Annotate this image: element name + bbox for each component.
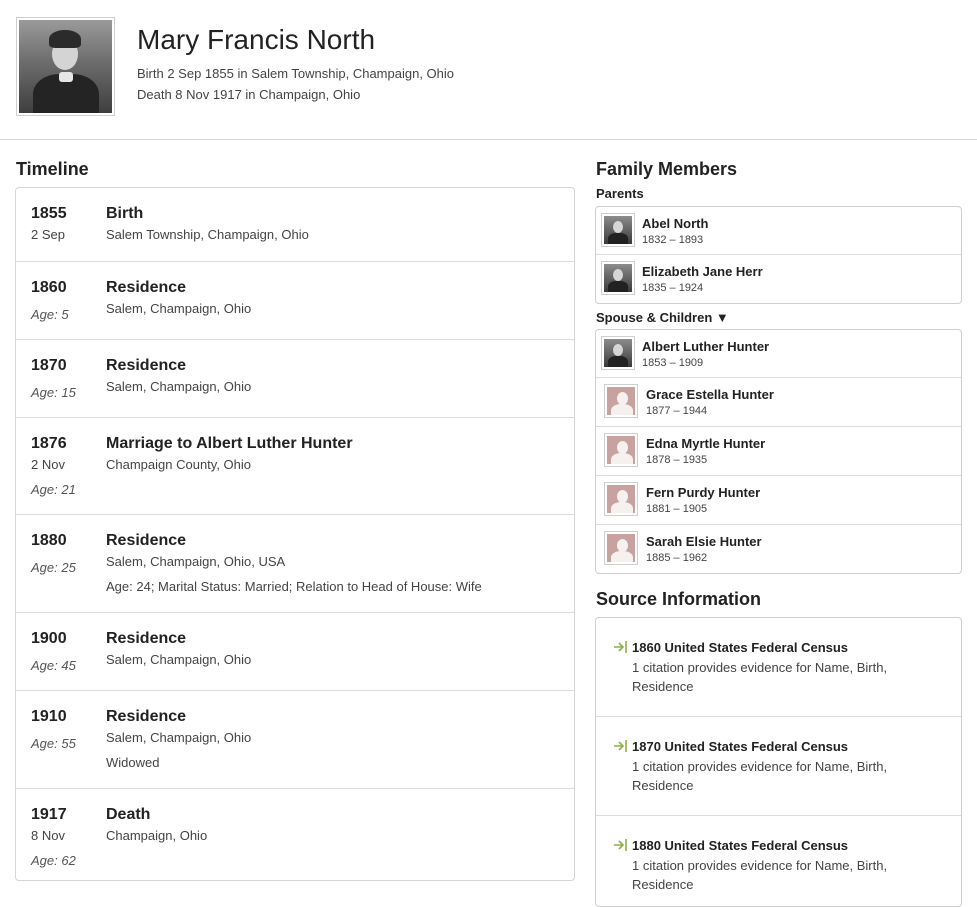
timeline-list: 1855 2 Sep Birth Salem Township, Champai… <box>15 187 575 881</box>
person-name: Mary Francis North <box>137 24 376 55</box>
event-year: 1880 <box>31 532 67 549</box>
person-photo <box>601 261 635 295</box>
event-title: Residence <box>106 708 187 725</box>
event-year: 1855 <box>31 205 67 222</box>
person-photo <box>601 336 635 370</box>
source-arrow-icon <box>614 641 627 653</box>
event-title: Residence <box>106 532 187 549</box>
timeline-event[interactable]: 1870 Age: 15 Residence Salem, Champaign,… <box>16 339 574 417</box>
event-place: Salem, Champaign, Ohio <box>106 301 252 316</box>
person-dates: 1832 – 1893 <box>642 234 704 246</box>
event-age: Age: 5 <box>31 307 69 322</box>
person-name: Edna Myrtle Hunter <box>646 436 766 451</box>
person-name: Fern Purdy Hunter <box>646 485 761 500</box>
source-arrow-icon <box>614 740 627 752</box>
spouse-children-card: Albert Luther Hunter 1853 – 1909 Grace E… <box>595 329 962 574</box>
event-place: Salem, Champaign, Ohio, USA <box>106 554 286 569</box>
event-date: 2 Nov <box>31 457 65 472</box>
timeline-heading: Timeline <box>16 159 89 179</box>
birth-summary: Birth 2 Sep 1855 in Salem Township, Cham… <box>137 66 455 81</box>
event-title: Residence <box>106 279 187 296</box>
event-details: Widowed <box>106 755 160 770</box>
event-age: Age: 45 <box>31 658 76 673</box>
event-title: Residence <box>106 630 187 647</box>
event-place: Salem, Champaign, Ohio <box>106 379 252 394</box>
event-year: 1917 <box>31 806 67 823</box>
source-title-link[interactable]: 1870 United States Federal Census <box>632 739 848 754</box>
timeline-event[interactable]: 1876 2 Nov Age: 21 Marriage to Albert Lu… <box>16 417 574 514</box>
child-row[interactable]: Grace Estella Hunter 1877 – 1944 <box>596 377 961 426</box>
source-item: 1870 United States Federal Census 1 cita… <box>596 716 961 815</box>
event-place: Salem Township, Champaign, Ohio <box>106 227 309 242</box>
female-silhouette-icon <box>604 433 638 467</box>
person-name: Albert Luther Hunter <box>642 339 770 354</box>
event-age: Age: 25 <box>31 560 76 575</box>
profile-photo[interactable] <box>16 17 115 116</box>
portrait-image <box>19 20 112 113</box>
child-row[interactable]: Fern Purdy Hunter 1881 – 1905 <box>596 475 961 524</box>
timeline-event[interactable]: 1917 8 Nov Age: 62 Death Champaign, Ohio <box>16 788 574 880</box>
female-silhouette-icon <box>604 482 638 516</box>
person-dates: 1878 – 1935 <box>646 454 708 466</box>
event-year: 1900 <box>31 630 67 647</box>
timeline-event[interactable]: 1910 Age: 55 Residence Salem, Champaign,… <box>16 690 574 788</box>
person-name: Grace Estella Hunter <box>646 387 774 402</box>
event-place: Salem, Champaign, Ohio <box>106 730 252 745</box>
event-age: Age: 55 <box>31 736 76 751</box>
source-item: 1880 United States Federal Census 1 cita… <box>596 815 961 906</box>
parent-row[interactable]: Abel North 1832 – 1893 <box>596 207 961 254</box>
event-place: Salem, Champaign, Ohio <box>106 652 252 667</box>
spouse-children-dropdown[interactable]: Spouse & Children ▼ <box>596 310 729 325</box>
event-title: Death <box>106 806 151 823</box>
parent-row[interactable]: Elizabeth Jane Herr 1835 – 1924 <box>596 254 961 303</box>
person-name: Elizabeth Jane Herr <box>642 264 763 279</box>
female-silhouette-icon <box>604 384 638 418</box>
person-dates: 1853 – 1909 <box>642 357 704 369</box>
person-name: Sarah Elsie Hunter <box>646 534 762 549</box>
event-title: Residence <box>106 357 187 374</box>
timeline-event[interactable]: 1855 2 Sep Birth Salem Township, Champai… <box>16 188 574 261</box>
event-year: 1870 <box>31 357 67 374</box>
person-name: Abel North <box>642 216 709 231</box>
event-date: 8 Nov <box>31 828 65 843</box>
person-dates: 1885 – 1962 <box>646 552 708 564</box>
child-row[interactable]: Edna Myrtle Hunter 1878 – 1935 <box>596 426 961 475</box>
person-dates: 1835 – 1924 <box>642 282 704 294</box>
profile-header: Mary Francis North Birth 2 Sep 1855 in S… <box>0 0 977 140</box>
person-dates: 1877 – 1944 <box>646 405 708 417</box>
event-title: Birth <box>106 205 144 222</box>
source-description: 1 citation provides evidence for Name, B… <box>632 759 888 793</box>
parents-label: Parents <box>596 186 644 201</box>
female-silhouette-icon <box>604 531 638 565</box>
source-information-heading: Source Information <box>596 589 762 609</box>
timeline-event[interactable]: 1860 Age: 5 Residence Salem, Champaign, … <box>16 261 574 339</box>
event-date: 2 Sep <box>31 227 65 242</box>
source-item: 1860 United States Federal Census 1 cita… <box>596 618 961 716</box>
source-title-link[interactable]: 1860 United States Federal Census <box>632 640 848 655</box>
event-place: Champaign County, Ohio <box>106 457 252 472</box>
person-photo <box>601 213 635 247</box>
timeline-event[interactable]: 1880 Age: 25 Residence Salem, Champaign,… <box>16 514 574 612</box>
event-age: Age: 15 <box>31 385 76 400</box>
person-dates: 1881 – 1905 <box>646 503 708 515</box>
event-year: 1876 <box>31 435 67 452</box>
source-list: 1860 United States Federal Census 1 cita… <box>595 617 962 907</box>
source-description: 1 citation provides evidence for Name, B… <box>632 660 888 694</box>
family-members-heading: Family Members <box>596 159 738 179</box>
child-row[interactable]: Sarah Elsie Hunter 1885 – 1962 <box>596 524 961 573</box>
source-title-link[interactable]: 1880 United States Federal Census <box>632 838 848 853</box>
event-details: Age: 24; Marital Status: Married; Relati… <box>106 579 482 594</box>
death-summary: Death 8 Nov 1917 in Champaign, Ohio <box>137 87 361 102</box>
source-arrow-icon <box>614 839 627 851</box>
spouse-row[interactable]: Albert Luther Hunter 1853 – 1909 <box>596 330 961 377</box>
event-year: 1910 <box>31 708 67 725</box>
event-age: Age: 62 <box>31 853 76 868</box>
timeline-event[interactable]: 1900 Age: 45 Residence Salem, Champaign,… <box>16 612 574 690</box>
event-place: Champaign, Ohio <box>106 828 208 843</box>
event-title: Marriage to Albert Luther Hunter <box>106 435 353 452</box>
event-age: Age: 21 <box>31 482 76 497</box>
event-year: 1860 <box>31 279 67 296</box>
parents-card: Abel North 1832 – 1893 Elizabeth Jane He… <box>595 206 962 304</box>
source-description: 1 citation provides evidence for Name, B… <box>632 858 888 892</box>
